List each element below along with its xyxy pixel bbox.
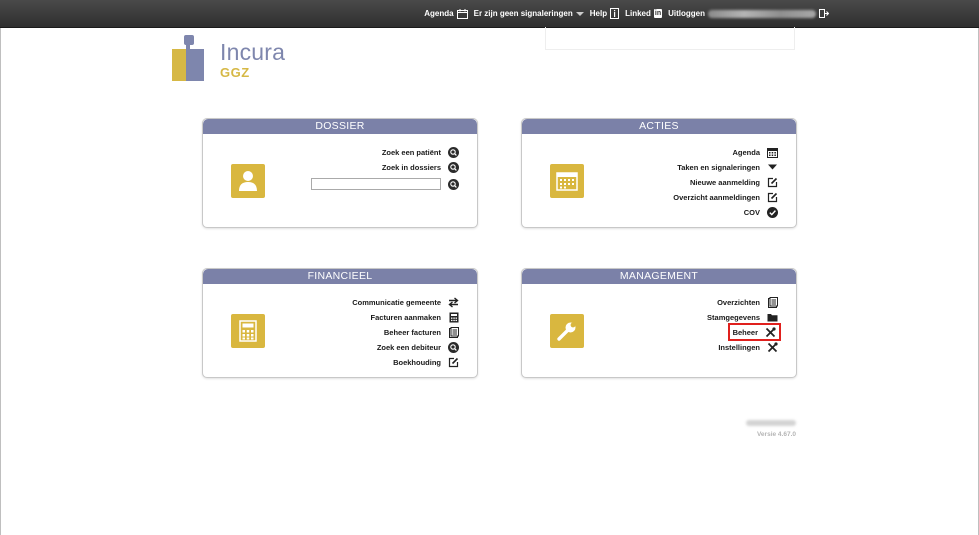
nieuwe-aanmelding-label: Nieuwe aanmelding <box>689 177 760 187</box>
dossier-panel: DOSSIER Zoek een patiënt Zoek in dossier… <box>202 118 478 228</box>
person-icon <box>231 164 265 198</box>
calendar-icon <box>456 8 468 19</box>
taken-signaleringen-label: Taken en signaleringen <box>677 162 760 172</box>
logo-sub: GGZ <box>220 65 250 80</box>
communicatie-gemeente-item[interactable]: Communicatie gemeente <box>352 296 459 308</box>
caret-down-icon <box>767 162 778 173</box>
help-link[interactable]: Help <box>589 8 620 19</box>
agenda-label: Agenda <box>424 9 454 18</box>
incura-logo: Incura GGZ <box>172 35 302 85</box>
logout-label: Uitloggen <box>668 9 705 18</box>
acties-title: ACTIES <box>522 119 796 134</box>
instellingen-item[interactable]: Instellingen <box>718 341 778 353</box>
calendar-large-icon <box>550 164 584 198</box>
top-nav: Agenda Er zijn geen signaleringen Help L… <box>424 0 829 27</box>
cov-item[interactable]: COV <box>744 206 778 218</box>
search-button-icon[interactable] <box>448 178 459 190</box>
overzichten-item[interactable]: Overzichten <box>717 296 778 308</box>
zoek-dossiers-label: Zoek in dossiers <box>381 162 441 172</box>
window-frame <box>0 0 979 535</box>
overzichten-label: Overzichten <box>717 297 760 307</box>
tools-icon <box>767 341 778 353</box>
overzicht-aanmeldingen-item[interactable]: Overzicht aanmeldingen <box>673 191 778 203</box>
financieel-title: FINANCIEEL <box>203 269 477 284</box>
linkedin-label: Linked <box>625 9 651 18</box>
dossier-search-input[interactable] <box>311 178 441 190</box>
zoek-debiteur-item[interactable]: Zoek een debiteur <box>377 341 459 353</box>
beheer-facturen-label: Beheer facturen <box>383 327 441 337</box>
footer-blurred-text <box>746 420 796 426</box>
zoek-patient-label: Zoek een patiënt <box>381 147 441 157</box>
zoek-debiteur-label: Zoek een debiteur <box>376 342 441 352</box>
calculator-icon <box>448 312 459 323</box>
incura-logo-mark <box>172 35 204 81</box>
cov-label: COV <box>743 207 760 217</box>
folder-icon <box>767 312 778 323</box>
logo-name: Incura <box>220 39 286 65</box>
info-icon <box>610 8 620 19</box>
edit-icon <box>448 357 459 368</box>
calculator-large-icon <box>231 314 265 348</box>
dossier-search-row <box>311 178 459 190</box>
caret-down-icon <box>575 11 584 16</box>
logout-icon <box>819 9 829 18</box>
management-title: MANAGEMENT <box>522 269 796 284</box>
facturen-aanmaken-label: Facturen aanmaken <box>370 312 441 322</box>
logout-link[interactable]: Uitloggen <box>668 9 829 18</box>
linkedin-icon: in <box>653 9 663 18</box>
wrench-large-icon <box>550 314 584 348</box>
stamgegevens-label: Stamgegevens <box>707 312 760 322</box>
check-circle-icon <box>767 206 778 218</box>
beheer-facturen-item[interactable]: Beheer facturen <box>384 326 459 338</box>
management-panel: MANAGEMENT Overzichten Stamgegevens Behe… <box>521 268 797 378</box>
signals-label: Er zijn geen signaleringen <box>473 9 573 18</box>
dossier-title: DOSSIER <box>203 119 477 134</box>
top-bar: Agenda Er zijn geen signaleringen Help L… <box>0 0 979 28</box>
taken-signaleringen-item[interactable]: Taken en signaleringen <box>677 161 778 173</box>
edit-icon <box>767 177 778 188</box>
agenda-item[interactable]: Agenda <box>732 146 778 158</box>
agenda-item-label: Agenda <box>732 147 760 157</box>
tools-icon <box>765 326 776 338</box>
linkedin-link[interactable]: Linked in <box>625 9 663 18</box>
signals-dropdown[interactable]: Er zijn geen signaleringen <box>474 9 584 18</box>
zoek-dossiers-link[interactable]: Zoek in dossiers <box>382 161 459 173</box>
search-icon <box>448 341 459 353</box>
search-icon <box>448 146 459 158</box>
agenda-link[interactable]: Agenda <box>424 8 468 19</box>
zoek-patient-link[interactable]: Zoek een patiënt <box>382 146 459 158</box>
version-label: Versie 4.67.0 <box>756 431 796 438</box>
overzicht-aanmeldingen-label: Overzicht aanmeldingen <box>673 192 760 202</box>
calendar-icon <box>767 147 778 158</box>
document-list-icon <box>448 326 459 338</box>
user-name-blurred <box>708 9 816 18</box>
header-panel <box>545 27 795 50</box>
exchange-icon <box>448 296 459 308</box>
boekhouding-item[interactable]: Boekhouding <box>393 356 459 368</box>
instellingen-label: Instellingen <box>718 342 760 352</box>
search-icon <box>448 161 459 173</box>
edit-icon <box>767 192 778 203</box>
document-list-icon <box>767 296 778 308</box>
nieuwe-aanmelding-item[interactable]: Nieuwe aanmelding <box>690 176 778 188</box>
stamgegevens-item[interactable]: Stamgegevens <box>707 311 778 323</box>
acties-panel: ACTIES Agenda Taken en signaleringen Nie… <box>521 118 797 228</box>
communicatie-gemeente-label: Communicatie gemeente <box>352 297 441 307</box>
boekhouding-label: Boekhouding <box>393 357 441 367</box>
beheer-label: Beheer <box>732 327 758 337</box>
help-label: Help <box>589 9 608 18</box>
beheer-item[interactable]: Beheer <box>727 323 782 341</box>
facturen-aanmaken-item[interactable]: Facturen aanmaken <box>371 311 459 323</box>
financieel-panel: FINANCIEEL Communicatie gemeente Facture… <box>202 268 478 378</box>
